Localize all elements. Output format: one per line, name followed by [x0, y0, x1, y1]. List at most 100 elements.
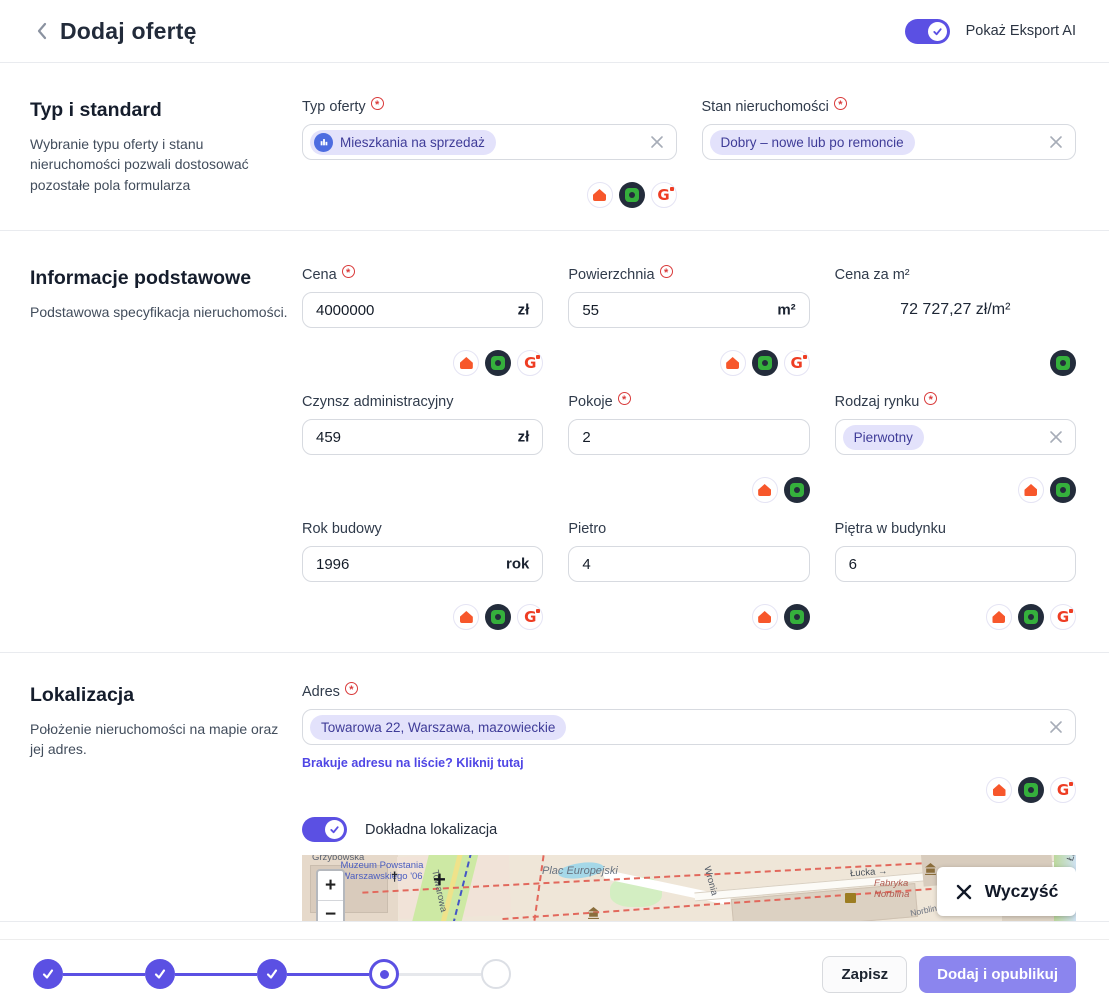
rooms-input[interactable] — [568, 419, 809, 455]
field-label: Rodzaj rynku — [835, 394, 920, 410]
admin-rent-input[interactable] — [302, 419, 543, 455]
field-label: Adres — [302, 684, 340, 700]
field-rodzaj-rynku: Rodzaj rynku * Pierwotny — [835, 394, 1076, 505]
olx-icon — [1050, 477, 1076, 503]
back-button[interactable] — [28, 18, 54, 44]
section-description: Wybranie typu oferty i stanu nieruchomoś… — [30, 134, 288, 195]
field-label: Typ oferty — [302, 99, 366, 115]
condition-select[interactable]: Dobry – nowe lub po remoncie — [702, 124, 1077, 160]
building-icon — [314, 133, 333, 152]
check-icon — [41, 967, 55, 981]
section-description: Podstawowa specyfikacja nieruchomości. — [30, 302, 288, 322]
page-title: Dodaj ofertę — [60, 18, 197, 45]
field-adres: Adres * Towarowa 22, Warszawa, mazowiecki… — [302, 684, 1076, 805]
price-suffix: zł — [518, 302, 530, 319]
field-label: Cena za m² — [835, 267, 910, 283]
clear-market-button[interactable] — [1049, 430, 1063, 444]
close-icon — [1049, 135, 1063, 149]
location-map[interactable]: Grzybowska Muzeum Powstania Warszawskieg… — [302, 855, 1076, 921]
chevron-left-icon — [36, 22, 47, 40]
map-museum-label: Muzeum Powstania Warszawskiego '06 — [340, 861, 424, 883]
step-4[interactable] — [369, 959, 399, 989]
olx-icon — [1050, 350, 1076, 376]
clear-condition-button[interactable] — [1049, 135, 1063, 149]
header: Dodaj ofertę Pokaż Eksport AI — [0, 0, 1109, 63]
footer-bar: Zapisz Dodaj i opublikuj — [0, 940, 1109, 1008]
admin-rent-suffix: zł — [518, 429, 530, 446]
market-select[interactable]: Pierwotny — [835, 419, 1076, 455]
field-czynsz: Czynsz administracyjny zł — [302, 394, 543, 505]
required-icon: * — [924, 392, 937, 405]
field-label: Piętra w budynku — [835, 521, 946, 537]
portal-icons — [835, 350, 1076, 378]
section-description: Położenie nieruchomości na mapie oraz je… — [30, 719, 288, 760]
exact-location-label: Dokładna lokalizacja — [365, 822, 497, 838]
required-icon: * — [618, 392, 631, 405]
portal-icons: G — [302, 350, 543, 378]
step-2[interactable] — [145, 959, 175, 989]
export-ai-toggle[interactable] — [905, 19, 950, 44]
year-suffix: rok — [506, 556, 529, 573]
clear-offer-type-button[interactable] — [650, 135, 664, 149]
export-ai-toggle-label: Pokaż Eksport AI — [966, 23, 1076, 39]
price-input[interactable] — [302, 292, 543, 328]
check-icon — [265, 967, 279, 981]
olx-icon — [784, 477, 810, 503]
exact-location-toggle[interactable] — [302, 817, 347, 842]
address-select[interactable]: Towarowa 22, Warszawa, mazowieckie — [302, 709, 1076, 745]
price-per-m2-value: 72 727,27 zł/m² — [835, 292, 1076, 328]
check-icon — [153, 967, 167, 981]
map-fabryka-label: Fabryka Norblina — [874, 879, 926, 901]
otodom-icon — [587, 182, 613, 208]
gratka-icon: G — [1050, 604, 1076, 630]
address-chip: Towarowa 22, Warszawa, mazowieckie — [310, 715, 566, 740]
olx-icon — [619, 182, 645, 208]
olx-icon — [485, 350, 511, 376]
offer-type-select[interactable]: Mieszkania na sprzedaż — [302, 124, 677, 160]
toggle-knob — [928, 22, 947, 41]
map-zoom-control: + − — [316, 869, 345, 921]
olx-icon — [784, 604, 810, 630]
portal-icons: G — [302, 604, 543, 632]
clear-map-label: Wyczyść — [985, 881, 1059, 902]
otodom-icon — [752, 604, 778, 630]
required-icon: * — [834, 97, 847, 110]
field-label: Pokoje — [568, 394, 612, 410]
market-chip: Pierwotny — [843, 425, 924, 450]
map-square-label: Plac Europejski — [542, 865, 618, 877]
step-1[interactable] — [33, 959, 63, 989]
field-label: Powierzchnia — [568, 267, 654, 283]
olx-icon — [752, 350, 778, 376]
map-museum-icon — [924, 863, 937, 875]
step-5[interactable] — [481, 959, 511, 989]
gratka-icon: G — [517, 350, 543, 376]
section-title: Typ i standard — [30, 99, 288, 122]
field-label: Rok budowy — [302, 521, 382, 537]
step-3[interactable] — [257, 959, 287, 989]
field-typ-oferty: Typ oferty* Mieszkania na sprzedaż — [302, 99, 677, 210]
check-icon — [329, 824, 340, 835]
zoom-in-button[interactable]: + — [318, 871, 343, 900]
field-powierzchnia: Powierzchnia* m² G — [568, 267, 809, 378]
gratka-icon: G — [784, 350, 810, 376]
area-input[interactable] — [568, 292, 809, 328]
field-pokoje: Pokoje * — [568, 394, 809, 505]
field-stan-nieruchomosci: Stan nieruchomości* Dobry – nowe lub po … — [702, 99, 1077, 210]
floors-total-input[interactable] — [835, 546, 1076, 582]
required-icon: * — [345, 682, 358, 695]
portal-icons: G — [835, 604, 1076, 632]
field-cena: Cena * zł G — [302, 267, 543, 378]
save-button[interactable]: Zapisz — [822, 956, 907, 993]
otodom-icon — [986, 777, 1012, 803]
clear-map-button[interactable]: Wyczyść — [937, 867, 1076, 916]
floor-input[interactable] — [568, 546, 809, 582]
field-label: Cena — [302, 267, 337, 283]
required-icon: * — [342, 265, 355, 278]
zoom-out-button[interactable]: − — [318, 900, 343, 921]
clear-address-button[interactable] — [1049, 720, 1063, 734]
missing-address-link[interactable]: Brakuje adresu na liście? Kliknij tutaj — [302, 756, 1076, 770]
field-label: Czynsz administracyjny — [302, 394, 454, 410]
otodom-icon — [1018, 477, 1044, 503]
gratka-icon: G — [517, 604, 543, 630]
publish-button[interactable]: Dodaj i opublikuj — [919, 956, 1076, 993]
